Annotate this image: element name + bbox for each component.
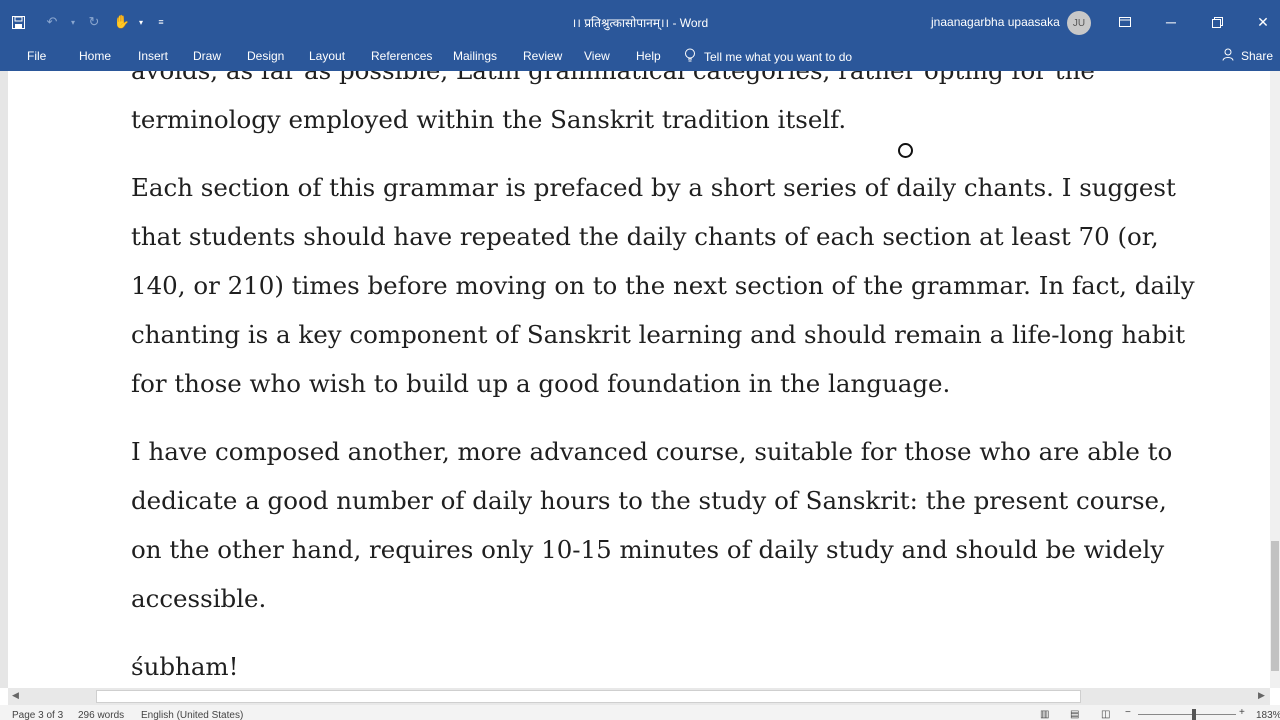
- paragraph[interactable]: avoids, as far as possible, Latin gramma…: [131, 71, 1270, 144]
- tab-view[interactable]: View: [584, 49, 610, 63]
- touch-mode-dropdown-icon[interactable]: ▾: [134, 0, 148, 44]
- ribbon-tabs: File Home Insert Draw Design Layout Refe…: [0, 44, 1280, 71]
- page-indicator[interactable]: Page 3 of 3: [12, 710, 63, 720]
- close-icon[interactable]: ✕: [1240, 0, 1280, 44]
- undo-dropdown-icon[interactable]: ▾: [68, 0, 78, 44]
- text-line: on the other hand, requires only 10-15 m…: [131, 535, 1165, 564]
- paragraph[interactable]: Each section of this grammar is prefaced…: [131, 163, 1270, 408]
- vertical-scrollbar[interactable]: [1270, 71, 1280, 688]
- text-line: dedicate a good number of daily hours to…: [131, 486, 1167, 515]
- redo-icon[interactable]: ↻: [78, 0, 110, 44]
- text-line: terminology employed within the Sanskrit…: [131, 105, 847, 134]
- person-icon: [1222, 48, 1235, 64]
- tell-me-search[interactable]: Tell me what you want to do: [684, 48, 852, 66]
- status-bar: Page 3 of 3 296 words English (United St…: [0, 705, 1280, 720]
- share-button[interactable]: Share: [1222, 48, 1273, 64]
- zoom-out-icon[interactable]: −: [1125, 707, 1131, 718]
- minimize-icon[interactable]: ─: [1148, 0, 1194, 44]
- tab-mailings[interactable]: Mailings: [453, 49, 497, 63]
- save-icon[interactable]: [0, 0, 36, 44]
- zoom-slider[interactable]: [1138, 714, 1236, 715]
- undo-icon[interactable]: ↶: [36, 0, 68, 44]
- user-name[interactable]: jnaanagarbha upaasaka: [931, 15, 1060, 29]
- document-page[interactable]: avoids, as far as possible, Latin gramma…: [8, 71, 1270, 688]
- quick-access-toolbar: ↶ ▾ ↻ ✋ ▾ ≡: [0, 0, 174, 44]
- paragraph[interactable]: I have composed another, more advanced c…: [131, 427, 1270, 623]
- web-layout-icon[interactable]: ◫: [1101, 709, 1110, 720]
- text-line: chanting is a key component of Sanskrit …: [131, 320, 1186, 349]
- vertical-scroll-thumb[interactable]: [1271, 541, 1279, 671]
- tell-me-label: Tell me what you want to do: [704, 50, 853, 64]
- print-layout-icon[interactable]: ▤: [1070, 709, 1079, 720]
- title-bar: ↶ ▾ ↻ ✋ ▾ ≡ ।। प्रतिश्रुत्कासोपानम्।। - …: [0, 0, 1280, 44]
- tab-design[interactable]: Design: [247, 49, 284, 63]
- text-line: I have composed another, more advanced c…: [131, 437, 1173, 466]
- text-line: for those who wish to build up a good fo…: [131, 369, 951, 398]
- tab-insert[interactable]: Insert: [138, 49, 168, 63]
- document-area: avoids, as far as possible, Latin gramma…: [0, 71, 1280, 688]
- text-line: Each section of this grammar is prefaced…: [131, 173, 1176, 202]
- customize-toolbar-icon[interactable]: ≡: [148, 0, 174, 44]
- word-count[interactable]: 296 words: [78, 710, 124, 720]
- text-line: accessible.: [131, 584, 267, 613]
- language-indicator[interactable]: English (United States): [141, 710, 243, 720]
- paragraph[interactable]: śubham!: [131, 642, 1270, 688]
- horizontal-scroll-thumb[interactable]: [96, 690, 1081, 703]
- zoom-in-icon[interactable]: +: [1239, 707, 1245, 718]
- avatar[interactable]: JU: [1067, 11, 1091, 35]
- lightbulb-icon: [684, 48, 696, 66]
- tab-draw[interactable]: Draw: [193, 49, 221, 63]
- tab-help[interactable]: Help: [636, 49, 661, 63]
- tab-layout[interactable]: Layout: [309, 49, 345, 63]
- text-line: 140, or 210) times before moving on to t…: [131, 271, 1195, 300]
- ribbon-display-options-icon[interactable]: [1102, 0, 1148, 44]
- tab-references[interactable]: References: [371, 49, 432, 63]
- tab-review[interactable]: Review: [523, 49, 562, 63]
- restore-icon[interactable]: [1194, 0, 1240, 44]
- scroll-right-icon[interactable]: ▶: [1258, 690, 1265, 701]
- zoom-slider-thumb[interactable]: [1192, 709, 1196, 720]
- tab-file[interactable]: File: [27, 49, 46, 63]
- touch-mode-icon[interactable]: ✋: [110, 0, 134, 44]
- text-line: that students should have repeated the d…: [131, 222, 1159, 251]
- text-line: śubham!: [131, 652, 239, 681]
- tab-home[interactable]: Home: [79, 49, 111, 63]
- share-label: Share: [1241, 49, 1274, 63]
- zoom-level[interactable]: 183%: [1256, 710, 1280, 720]
- text-line: avoids, as far as possible, Latin gramma…: [131, 71, 1270, 95]
- read-mode-icon[interactable]: ▥: [1040, 709, 1049, 720]
- horizontal-scrollbar[interactable]: ◀ ▶: [8, 688, 1270, 705]
- mouse-cursor-ring: [898, 143, 913, 158]
- scroll-left-icon[interactable]: ◀: [12, 690, 19, 701]
